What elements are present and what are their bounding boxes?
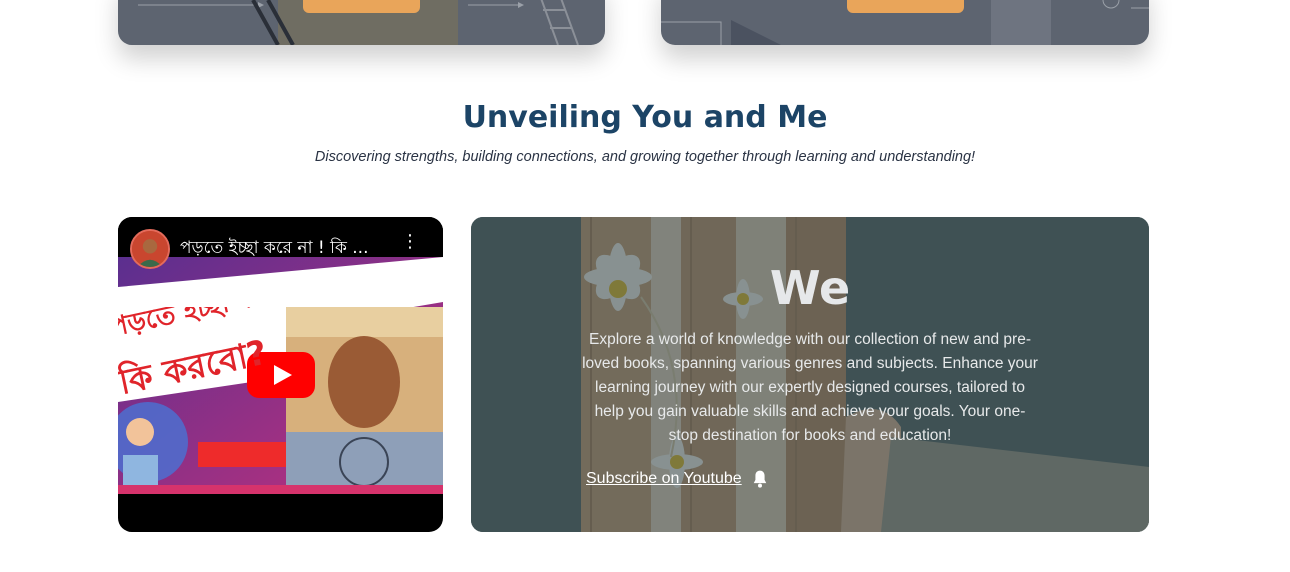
- avatar-icon: [132, 231, 168, 267]
- video-title[interactable]: পড়তে ইচ্ছা করে না ! কি ...: [180, 235, 380, 263]
- section-title: Unveiling You and Me: [462, 100, 828, 135]
- about-card: We Explore a world of knowledge with our…: [471, 217, 1149, 532]
- svg-text:পড়তে ইচ্ছা করে না !!!: পড়তে ইচ্ছা করে না !!!: [118, 307, 318, 343]
- course-card-button[interactable]: [847, 0, 964, 13]
- about-description: Explore a world of knowledge with our co…: [582, 331, 1038, 444]
- bell-icon: [753, 470, 766, 488]
- about-heading: We: [769, 261, 851, 315]
- more-vert-icon[interactable]: ⋮: [401, 233, 419, 259]
- section-subtitle: Discovering strengths, building connecti…: [314, 149, 976, 165]
- thumbnail-text: পড়তে ইচ্ছা করে না !!! কি করবো?: [118, 307, 318, 404]
- course-card-button[interactable]: [303, 0, 420, 13]
- channel-avatar[interactable]: [130, 229, 170, 269]
- svg-text:কি করবো?: কি করবো?: [118, 332, 271, 404]
- subscribe-youtube-link[interactable]: Subscribe on Youtube: [586, 469, 770, 489]
- youtube-video-embed[interactable]: পড়তে ইচ্ছা করে না ! কি ... ⋮ পড়তে ইচ্ছ…: [118, 217, 443, 532]
- subscribe-label: Subscribe on Youtube: [586, 470, 742, 487]
- course-card-left: [118, 0, 605, 45]
- course-card-right: [661, 0, 1149, 45]
- page: Unveiling You and Me Discovering strengt…: [0, 0, 1290, 572]
